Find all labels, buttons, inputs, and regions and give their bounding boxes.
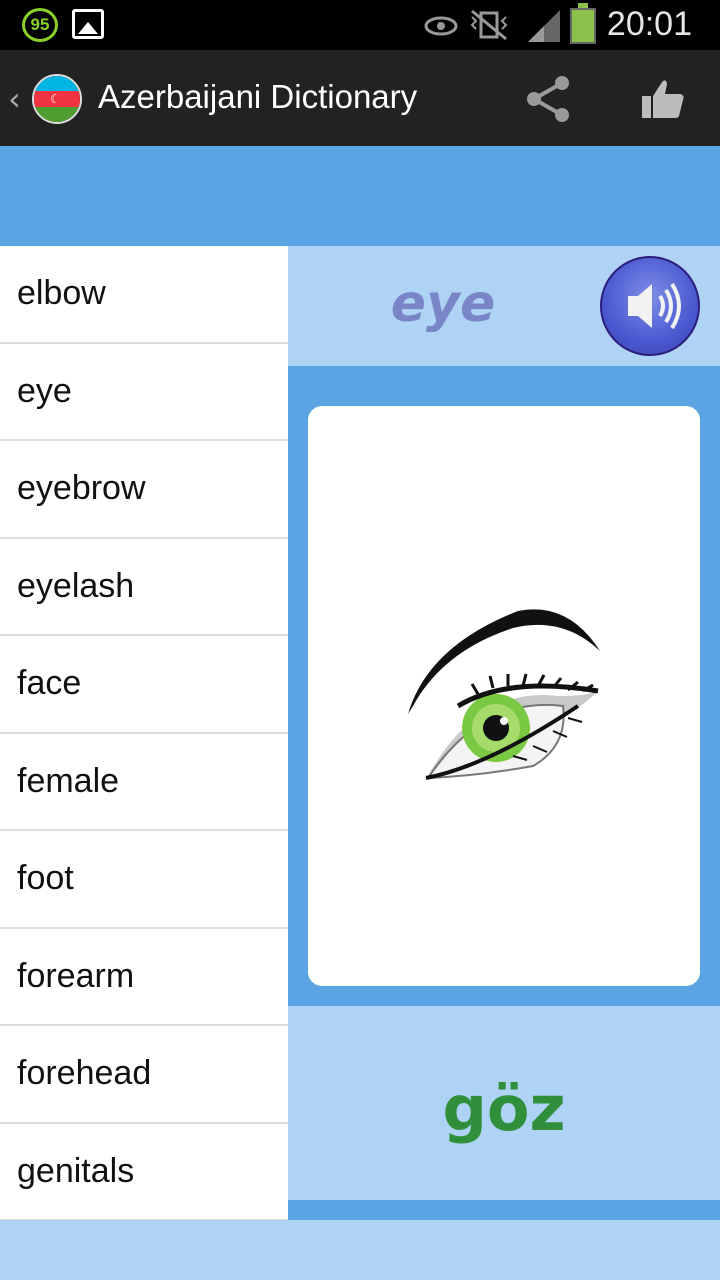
list-item[interactable]: face: [0, 636, 288, 734]
action-bar: ‹ ☾ Azerbaijani Dictionary: [0, 50, 720, 146]
battery-level-badge: 95: [22, 8, 58, 42]
translated-word: göz: [442, 1072, 566, 1145]
eye-status-icon: [424, 16, 458, 36]
signal-icon: [528, 10, 560, 42]
list-item[interactable]: foot: [0, 831, 288, 929]
azerbaijan-flag-icon[interactable]: ☾: [32, 74, 82, 124]
list-item[interactable]: eye: [0, 344, 288, 441]
list-item[interactable]: elbow: [0, 246, 288, 344]
word-list[interactable]: elbow eye eyebrow eyelash face female fo…: [0, 246, 288, 1221]
list-item[interactable]: female: [0, 734, 288, 831]
list-item[interactable]: eyelash: [0, 539, 288, 636]
play-audio-button[interactable]: [600, 256, 700, 356]
list-item[interactable]: eyebrow: [0, 441, 288, 539]
status-bar: 95 20:01: [0, 0, 720, 50]
translation-box: göz: [288, 1006, 720, 1200]
speaker-icon: [628, 282, 681, 330]
gallery-notification-icon: [72, 9, 104, 39]
vibrate-mute-icon: [470, 9, 508, 41]
list-item[interactable]: forearm: [0, 929, 288, 1026]
list-item[interactable]: forehead: [0, 1026, 288, 1124]
share-icon[interactable]: [522, 72, 576, 126]
word-header: eye: [288, 246, 720, 366]
top-banner-strip: [0, 146, 720, 246]
thumbs-up-icon[interactable]: [640, 76, 686, 122]
app-title: Azerbaijani Dictionary: [98, 78, 418, 115]
word-image-card: [308, 406, 700, 986]
word-detail-panel: eye göz: [288, 246, 720, 1221]
english-word: eye: [390, 274, 496, 334]
status-time: 20:01: [606, 5, 692, 43]
list-item[interactable]: genitals: [0, 1124, 288, 1221]
bottom-bar: [0, 1220, 720, 1280]
battery-icon: [570, 3, 596, 44]
back-chevron-icon[interactable]: ‹: [8, 80, 21, 118]
eye-illustration: [408, 609, 600, 780]
